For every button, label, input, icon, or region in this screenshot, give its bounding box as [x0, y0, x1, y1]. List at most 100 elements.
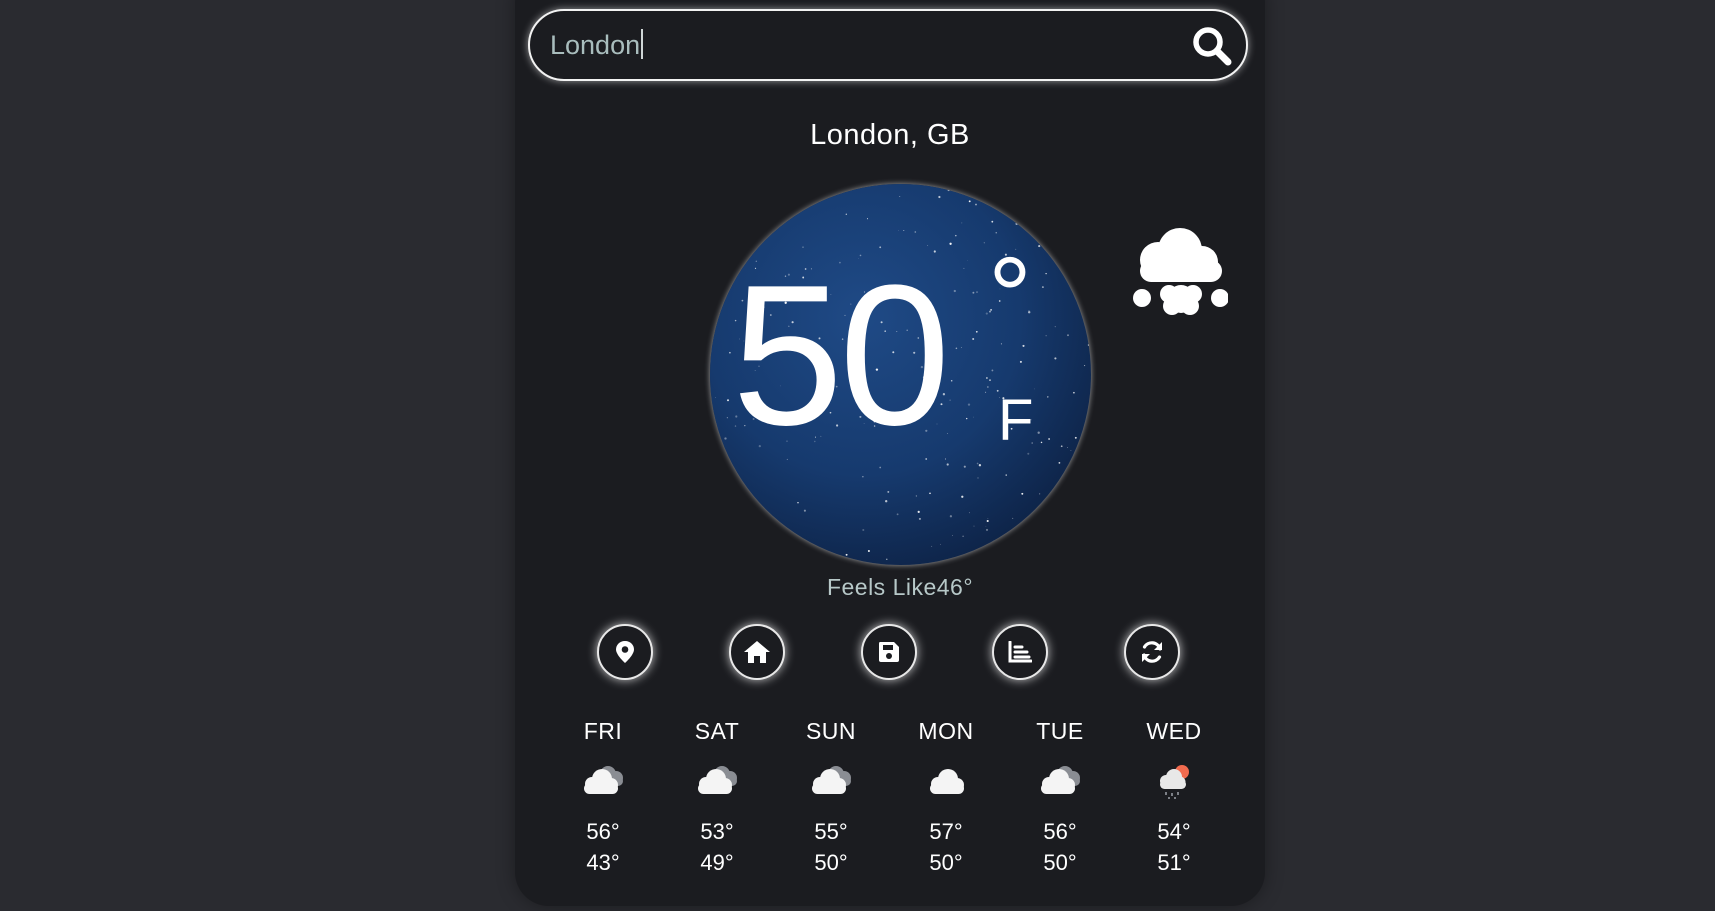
star [1005, 474, 1007, 476]
star [726, 417, 728, 419]
star [960, 347, 962, 348]
forecast-day: SAT 53° 49° [667, 718, 767, 878]
star [955, 234, 957, 237]
star [899, 196, 901, 197]
forecast-day: TUE 56° 50° [1010, 718, 1110, 878]
star [1074, 436, 1077, 439]
star [903, 230, 905, 231]
star [918, 517, 921, 520]
star [1045, 272, 1047, 275]
refresh-button[interactable] [1124, 624, 1180, 680]
star [915, 495, 918, 497]
star [1048, 438, 1051, 440]
cloudy-icon [584, 766, 623, 794]
search-button[interactable] [1190, 24, 1234, 68]
star [989, 379, 991, 381]
forecast-high: 55° [814, 819, 848, 844]
temperature-value: 50 [732, 244, 950, 467]
star [986, 377, 988, 379]
star [987, 386, 989, 388]
star [845, 553, 848, 556]
home-button[interactable] [729, 624, 785, 680]
search-input[interactable]: London [550, 29, 644, 61]
star [986, 519, 989, 523]
chart-button[interactable] [992, 624, 1048, 680]
star [1039, 493, 1041, 495]
forecast-low: 51° [1157, 850, 1191, 875]
star [985, 391, 987, 393]
star [961, 222, 963, 224]
star [963, 465, 966, 468]
star [987, 518, 989, 519]
star [985, 528, 989, 531]
save-button[interactable] [861, 624, 917, 680]
forecast-day: SUN 55° 50° [781, 718, 881, 878]
forecast-day-name: FRI [583, 718, 623, 744]
star [1019, 360, 1022, 363]
refresh-icon [1142, 641, 1162, 663]
forecast-day-name: TUE [1036, 718, 1084, 744]
forecast-low: 49° [700, 850, 734, 875]
star [1041, 286, 1044, 289]
star [946, 433, 948, 435]
star [1060, 445, 1063, 448]
temperature-unit: F [998, 388, 1034, 453]
star [1012, 517, 1014, 519]
star [866, 218, 869, 220]
temperature-dial: 50 ° F [710, 184, 1091, 565]
star [972, 291, 975, 294]
star [887, 490, 890, 493]
star [1067, 334, 1069, 337]
star [1058, 462, 1061, 464]
home-icon [744, 641, 770, 663]
forecast-low: 50° [814, 850, 848, 875]
forecast-high: 54° [1157, 819, 1191, 844]
forecast-day-name: WED [1146, 718, 1202, 744]
search-bar[interactable]: London [528, 9, 1248, 81]
forecast-day: WED 54° 51° [1124, 718, 1224, 878]
star [1021, 492, 1024, 495]
star [845, 213, 847, 215]
star [1070, 450, 1072, 452]
star [952, 534, 954, 536]
star [962, 535, 964, 537]
chart-icon [1008, 641, 1032, 663]
star [862, 476, 864, 478]
location-button[interactable] [597, 624, 653, 680]
star [966, 417, 968, 420]
star [931, 545, 933, 547]
map-pin-icon [616, 641, 634, 663]
star [896, 513, 899, 516]
forecast-day-name: SUN [805, 718, 857, 744]
star [975, 330, 978, 333]
cloud-icon [930, 769, 964, 794]
text-caret [641, 29, 644, 59]
star [867, 549, 870, 553]
star [1038, 245, 1041, 248]
forecast-day: MON 57° 50° [896, 718, 996, 878]
forecast-high: 56° [1043, 819, 1077, 844]
star [803, 509, 806, 512]
star [973, 525, 975, 527]
star [929, 492, 931, 495]
star [715, 397, 716, 398]
star [961, 495, 964, 498]
star [978, 464, 982, 467]
save-icon [879, 642, 899, 662]
star [940, 543, 941, 545]
star [991, 220, 994, 223]
star [983, 242, 985, 244]
star [949, 515, 953, 518]
star [1015, 222, 1018, 226]
star [1054, 325, 1056, 328]
star [1047, 396, 1048, 398]
star [967, 403, 971, 406]
location-title: London, GB [810, 119, 970, 151]
forecast-high: 56° [586, 819, 620, 844]
star [1067, 446, 1068, 448]
forecast-day: FRI 56° 43° [553, 718, 653, 878]
star [898, 230, 899, 231]
forecast-high: 57° [929, 819, 963, 844]
star [968, 512, 970, 514]
search-icon [1193, 27, 1232, 66]
